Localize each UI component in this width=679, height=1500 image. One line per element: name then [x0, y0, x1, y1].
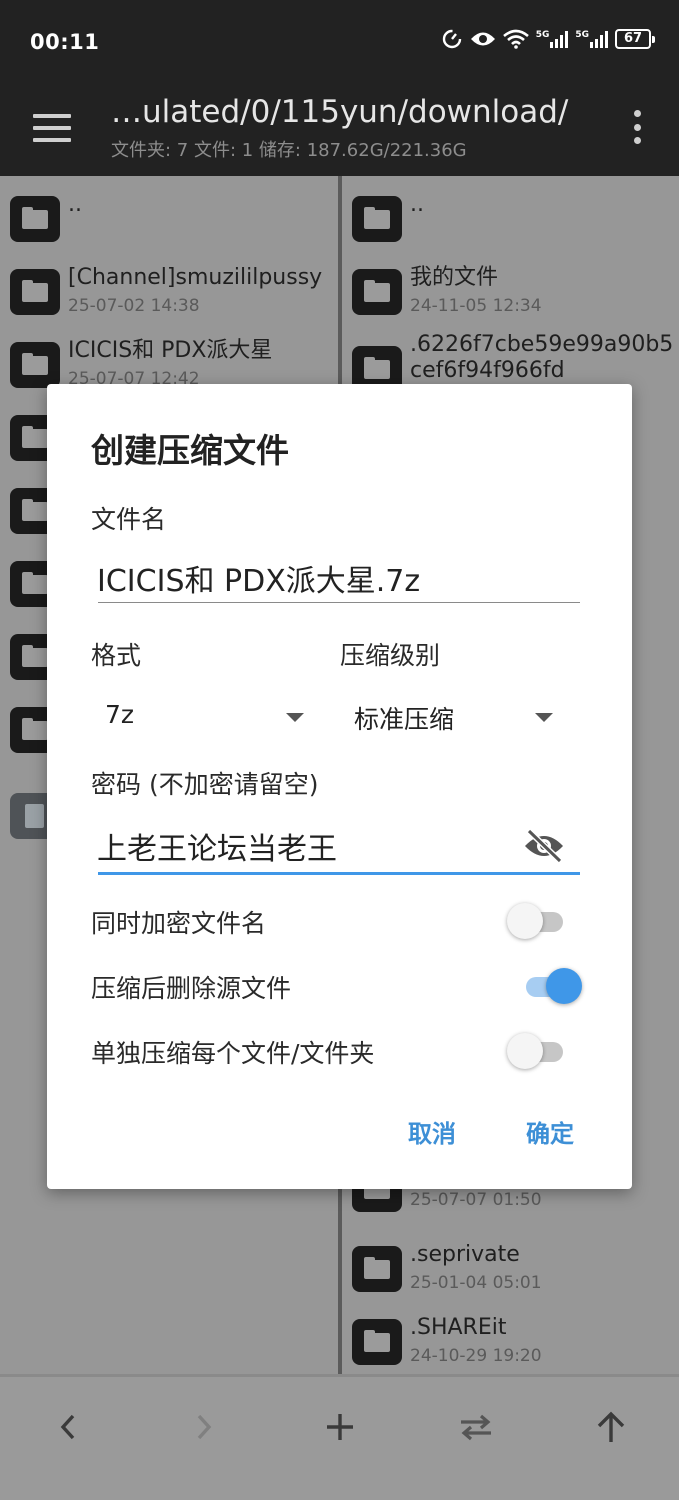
- format-label: 格式: [91, 641, 142, 670]
- folder-icon: [10, 269, 60, 315]
- filename-underline: [98, 602, 580, 603]
- filename-input[interactable]: ICICIS和 PDX派大星.7z: [97, 556, 420, 600]
- wifi-icon: [502, 29, 529, 49]
- menu-icon[interactable]: [33, 110, 71, 146]
- file-name: .SHAREit: [410, 1315, 507, 1340]
- delete-source-label: 压缩后删除源文件: [91, 974, 292, 1003]
- file-name: .seprivate: [410, 1242, 520, 1267]
- swap-icon: [461, 1414, 491, 1441]
- bottom-bar: [0, 1374, 679, 1500]
- folder-icon: [10, 196, 60, 242]
- file-date: 25-07-07 01:50: [410, 1190, 542, 1210]
- file-name: ICICIS和 PDX派大星: [68, 338, 273, 363]
- file-date: 25-01-04 05:01: [410, 1273, 542, 1293]
- dropdown-arrow-icon: [535, 713, 553, 722]
- network-badge-2: 5G: [575, 30, 589, 40]
- folder-icon: [352, 269, 402, 315]
- file-name: 我的文件: [410, 265, 499, 290]
- toolbar: …ulated/0/115yun/download/ 文件夹: 7 文件: 1 …: [0, 88, 679, 176]
- status-icons: 5G 5G 67: [441, 28, 655, 50]
- add-button[interactable]: [310, 1405, 370, 1449]
- signal-icon: [550, 31, 569, 48]
- forward-button[interactable]: [174, 1405, 234, 1449]
- list-item[interactable]: .SHAREit 24-10-29 19:20: [342, 1303, 679, 1374]
- dropdown-arrow-icon: [286, 713, 304, 722]
- file-date: 25-07-02 14:38: [68, 296, 200, 316]
- list-item[interactable]: [Channel]smuzililpussy 25-07-02 14:38: [0, 253, 338, 325]
- chevron-right-icon: [197, 1414, 212, 1440]
- file-name: ..: [410, 192, 424, 217]
- dialog-title: 创建压缩文件: [91, 431, 289, 470]
- file-name: [Channel]smuzililpussy: [68, 265, 323, 290]
- network-badge-1: 5G: [535, 30, 550, 40]
- signal-1: 5G: [536, 30, 569, 48]
- current-path: …ulated/0/115yun/download/: [111, 94, 569, 130]
- delete-source-toggle[interactable]: [522, 967, 582, 1005]
- compression-level-label: 压缩级别: [340, 641, 441, 670]
- list-item[interactable]: ..: [0, 180, 338, 252]
- file-date: 24-11-05 12:34: [410, 296, 542, 316]
- encrypt-filenames-toggle[interactable]: [507, 902, 567, 940]
- eye-icon: [470, 32, 495, 46]
- folder-icon: [352, 1319, 402, 1365]
- folder-icon: [10, 342, 60, 388]
- format-select-value: 7z: [105, 700, 135, 729]
- plus-icon: [327, 1414, 353, 1440]
- storage-info: 文件夹: 7 文件: 1 储存: 187.62G/221.36G: [111, 140, 467, 161]
- password-input[interactable]: 上老王论坛当老王: [97, 824, 337, 868]
- list-item[interactable]: 我的文件 24-11-05 12:34: [342, 253, 679, 325]
- signal-icon: [590, 31, 608, 48]
- format-select[interactable]: 7z: [91, 688, 311, 738]
- signal-2: 5G: [575, 30, 608, 48]
- battery-icon: 67: [615, 29, 655, 49]
- compression-level-value: 标准压缩: [354, 705, 455, 734]
- file-date: 24-10-29 19:20: [410, 1346, 542, 1366]
- more-options-icon[interactable]: [634, 110, 642, 144]
- swap-panes-button[interactable]: [446, 1405, 506, 1449]
- up-button[interactable]: [581, 1405, 641, 1449]
- compression-level-select[interactable]: 标准压缩: [340, 688, 570, 738]
- ok-button[interactable]: 确定: [526, 1114, 574, 1149]
- folder-icon: [352, 196, 402, 242]
- compress-separately-label: 单独压缩每个文件/文件夹: [91, 1039, 375, 1068]
- status-time: 00:11: [30, 30, 100, 54]
- eye-off-icon[interactable]: [523, 828, 565, 864]
- arrow-up-icon: [597, 1411, 625, 1442]
- status-bar: 00:11 5G 5G 67: [0, 0, 679, 88]
- password-label: 密码 (不加密请留空): [91, 770, 319, 799]
- list-item[interactable]: .seprivate 25-01-04 05:01: [342, 1230, 679, 1302]
- back-button[interactable]: [38, 1405, 98, 1449]
- file-name: .6226f7cbe59e99a90b5cef6f94f966fd: [410, 332, 674, 383]
- compress-separately-toggle[interactable]: [507, 1032, 567, 1070]
- file-name: ..: [68, 192, 82, 217]
- password-underline: [98, 872, 580, 875]
- list-item[interactable]: ..: [342, 180, 679, 252]
- data-saver-icon: [442, 29, 461, 49]
- folder-icon: [352, 1246, 402, 1292]
- chevron-left-icon: [60, 1414, 75, 1440]
- create-archive-dialog: 创建压缩文件 文件名 ICICIS和 PDX派大星.7z 格式 压缩级别 7z …: [47, 384, 632, 1189]
- filename-label: 文件名: [91, 505, 167, 534]
- encrypt-filenames-label: 同时加密文件名: [91, 909, 267, 938]
- cancel-button[interactable]: 取消: [408, 1114, 456, 1149]
